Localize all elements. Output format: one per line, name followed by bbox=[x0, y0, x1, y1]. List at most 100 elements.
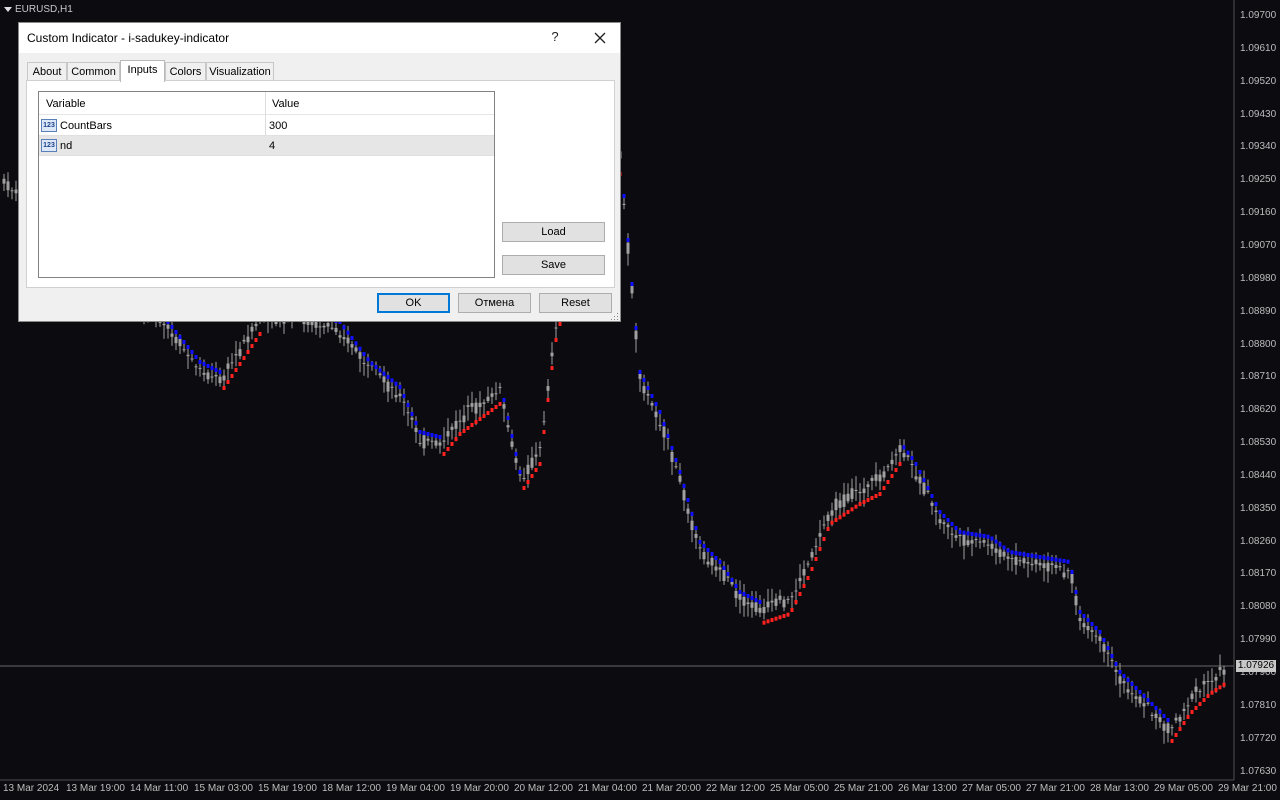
candle-body bbox=[758, 607, 762, 613]
indicator-dot-down bbox=[998, 542, 1002, 547]
column-header-variable[interactable]: Variable bbox=[46, 92, 86, 114]
grid-row-nd[interactable]: 123 nd 4 bbox=[39, 136, 494, 156]
indicator-dot-down bbox=[714, 556, 718, 560]
symbol-label[interactable]: EURUSD,H1 bbox=[4, 4, 73, 15]
candle-body bbox=[942, 522, 946, 524]
candle-body bbox=[450, 426, 454, 430]
candle-body bbox=[982, 540, 986, 543]
candle-body bbox=[830, 510, 834, 516]
indicator-dot-down bbox=[414, 421, 418, 425]
indicator-dot-down bbox=[426, 432, 430, 436]
indicator-dot-up bbox=[550, 366, 554, 370]
load-button[interactable]: Load bbox=[502, 222, 605, 242]
candle-body bbox=[430, 440, 434, 442]
indicator-dot-down bbox=[706, 548, 710, 552]
candle-body bbox=[334, 327, 338, 333]
candle-body bbox=[1038, 562, 1042, 566]
candle-body bbox=[986, 544, 990, 546]
reset-button[interactable]: Reset bbox=[539, 293, 612, 313]
indicator-dot-up bbox=[1214, 688, 1218, 692]
time-axis-label: 29 Mar 21:00 bbox=[1218, 783, 1277, 794]
grid-row-countbars[interactable]: 123 CountBars 300 bbox=[39, 116, 494, 136]
indicator-dot-down bbox=[918, 470, 922, 474]
time-axis-label: 21 Mar 20:00 bbox=[642, 783, 701, 794]
candle-body bbox=[1030, 563, 1034, 566]
indicator-dot-up bbox=[870, 496, 874, 500]
indicator-dot-up bbox=[258, 332, 262, 336]
dropdown-triangle-icon[interactable] bbox=[4, 7, 12, 12]
ok-button[interactable]: OK bbox=[377, 293, 450, 313]
candle-body bbox=[1206, 680, 1210, 682]
indicator-dot-up bbox=[1194, 706, 1198, 710]
candle-body bbox=[386, 381, 390, 392]
candle-body bbox=[354, 347, 358, 352]
candle-body bbox=[1006, 556, 1010, 559]
time-axis-label: 14 Mar 11:00 bbox=[130, 783, 189, 794]
tab-inputs[interactable]: Inputs bbox=[120, 60, 165, 82]
candle-body bbox=[726, 576, 730, 578]
candle-body bbox=[678, 475, 682, 482]
indicator-dot-down bbox=[942, 514, 946, 518]
candle-body bbox=[198, 367, 202, 369]
indicator-dot-down bbox=[510, 434, 514, 438]
tab-visualization[interactable]: Visualization bbox=[206, 62, 274, 80]
candle-body bbox=[402, 401, 406, 403]
candle-body bbox=[330, 327, 334, 329]
candle-body bbox=[1034, 559, 1038, 565]
indicator-dot-up bbox=[890, 474, 894, 478]
candle-body bbox=[946, 524, 950, 528]
candle-body bbox=[210, 376, 214, 378]
indicator-dot-down bbox=[374, 365, 378, 369]
variable-value[interactable]: 4 bbox=[269, 136, 275, 156]
candle-body bbox=[1154, 713, 1158, 719]
candle-body bbox=[658, 424, 662, 427]
resize-grip-icon[interactable] bbox=[611, 313, 619, 321]
indicator-dot-up bbox=[474, 420, 478, 424]
candle-body bbox=[342, 337, 346, 340]
candle-body bbox=[918, 476, 922, 484]
candle-body bbox=[634, 330, 638, 340]
indicator-dot-up bbox=[490, 408, 494, 412]
tab-common[interactable]: Common bbox=[67, 62, 120, 80]
dialog-titlebar[interactable]: Custom Indicator - i-sadukey-indicator ? bbox=[19, 23, 620, 53]
inputs-grid[interactable]: Variable Value 123 CountBars 300 123 nd … bbox=[38, 91, 495, 278]
column-header-value[interactable]: Value bbox=[272, 92, 299, 114]
indicator-dot-down bbox=[1142, 694, 1146, 698]
save-button[interactable]: Save bbox=[502, 255, 605, 275]
candle-body bbox=[1062, 572, 1066, 578]
indicator-dot-down bbox=[382, 371, 386, 376]
candle-body bbox=[890, 459, 894, 465]
candle-body bbox=[1098, 636, 1102, 641]
variable-name: CountBars bbox=[60, 120, 112, 132]
candle-body bbox=[410, 417, 414, 420]
indicator-dot-down bbox=[1078, 610, 1082, 614]
indicator-dot-down bbox=[1018, 551, 1022, 556]
cancel-button[interactable]: Отмена bbox=[458, 293, 531, 313]
candle-body bbox=[218, 376, 222, 384]
candle-body bbox=[434, 440, 438, 446]
price-axis-label: 1.08440 bbox=[1240, 469, 1277, 481]
candle-body bbox=[322, 325, 326, 328]
time-axis-label: 28 Mar 13:00 bbox=[1090, 783, 1149, 794]
candle-body bbox=[522, 478, 526, 480]
candle-body bbox=[846, 493, 850, 502]
close-button[interactable] bbox=[587, 25, 613, 51]
indicator-dot-up bbox=[554, 338, 558, 342]
candle-body bbox=[1210, 680, 1214, 682]
indicator-dot-down bbox=[1046, 556, 1050, 561]
candle-body bbox=[1046, 562, 1050, 572]
candle-body bbox=[962, 534, 966, 546]
indicator-dot-up bbox=[774, 616, 778, 621]
tab-colors[interactable]: Colors bbox=[165, 62, 206, 80]
price-axis-label: 1.07990 bbox=[1240, 634, 1277, 646]
variable-value[interactable]: 300 bbox=[269, 116, 287, 136]
candle-body bbox=[898, 445, 902, 453]
time-axis-label: 27 Mar 05:00 bbox=[962, 783, 1021, 794]
candle-body bbox=[338, 335, 342, 338]
candle-body bbox=[762, 607, 766, 614]
tab-about[interactable]: About bbox=[27, 62, 67, 80]
indicator-dot-down bbox=[1106, 646, 1110, 650]
help-button[interactable]: ? bbox=[547, 29, 563, 47]
candle-body bbox=[670, 451, 674, 462]
indicator-dot-up bbox=[826, 527, 830, 531]
